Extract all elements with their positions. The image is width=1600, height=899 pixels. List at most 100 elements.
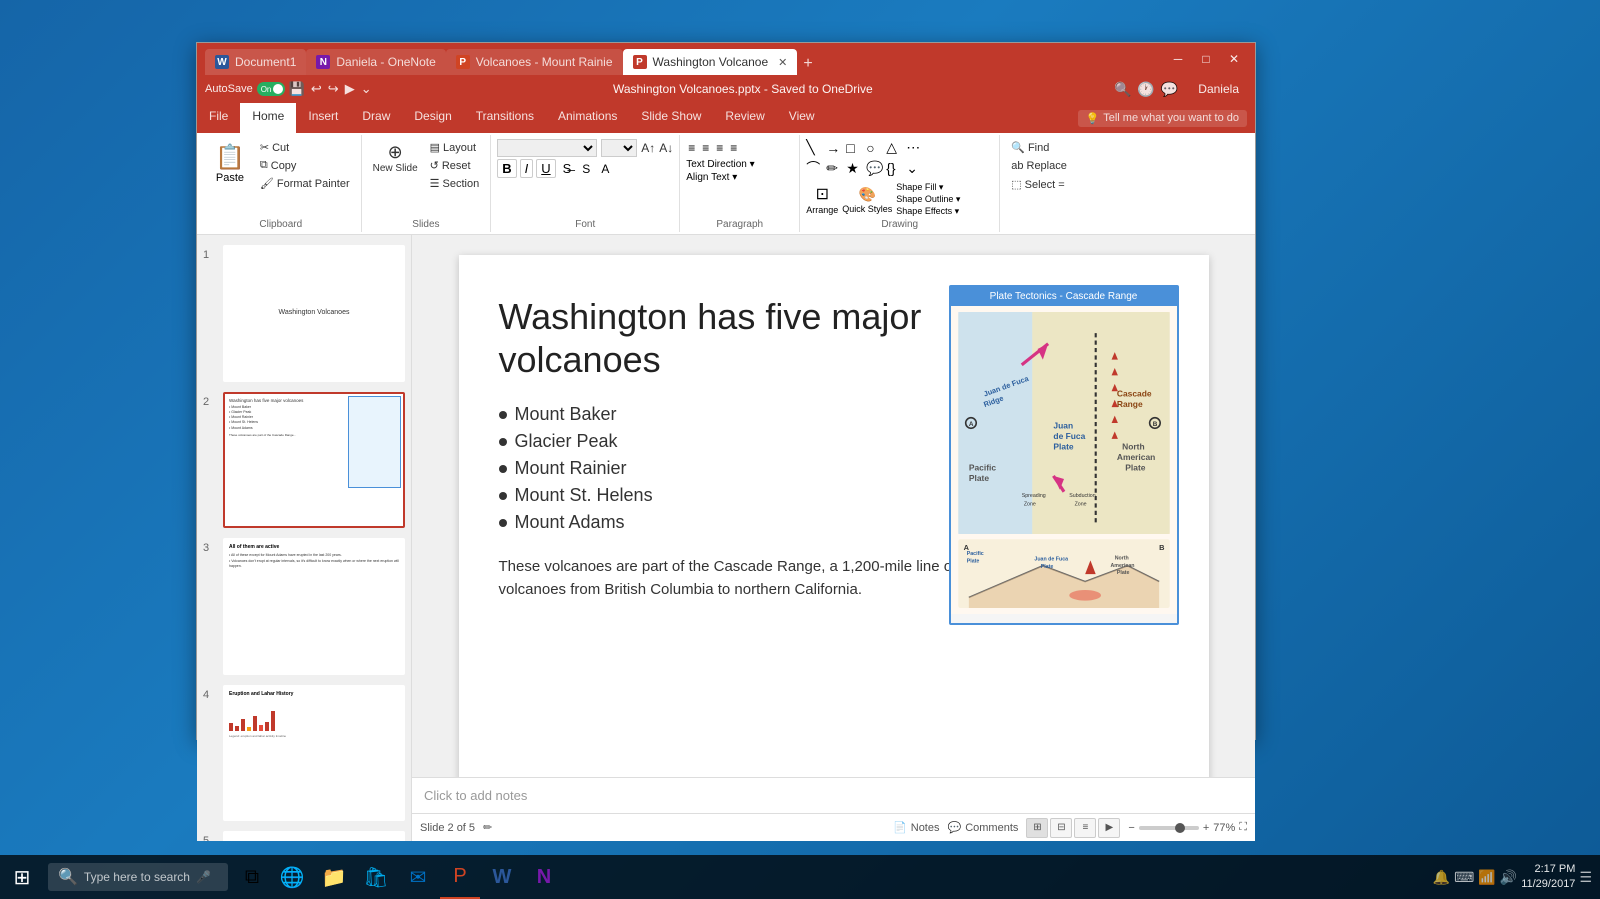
- align-center-button[interactable]: ≡: [700, 139, 711, 157]
- align-text-button[interactable]: Align Text ▾: [686, 172, 737, 183]
- tab-file[interactable]: File: [197, 103, 240, 133]
- tell-me-text[interactable]: Tell me what you want to do: [1103, 112, 1239, 124]
- justify-button[interactable]: ≡: [728, 139, 739, 157]
- undo-icon[interactable]: ↩: [311, 81, 322, 97]
- shape-oval-icon[interactable]: ○: [866, 140, 884, 156]
- tab-onenote[interactable]: N Daniela - OneNote: [306, 49, 445, 75]
- volume-icon[interactable]: 🔊: [1500, 869, 1517, 886]
- start-button[interactable]: ⊞: [0, 855, 44, 899]
- slide-preview-5[interactable]: [223, 831, 405, 841]
- autosave-toggle[interactable]: On: [257, 82, 285, 96]
- edge-button[interactable]: 🌐: [272, 855, 312, 899]
- onenote-taskbar-button[interactable]: N: [524, 855, 564, 899]
- reset-button[interactable]: ↺ Reset: [425, 157, 485, 174]
- text-direction-button[interactable]: Text Direction ▾: [686, 159, 754, 170]
- zoom-in-button[interactable]: +: [1203, 822, 1209, 834]
- tab-view[interactable]: View: [777, 103, 827, 133]
- zoom-out-button[interactable]: −: [1128, 822, 1134, 834]
- minimize-button[interactable]: ─: [1165, 46, 1191, 72]
- tab-review[interactable]: Review: [713, 103, 776, 133]
- copy-button[interactable]: ⧉ Copy: [255, 157, 355, 174]
- arrange-button[interactable]: ⊡ Arrange: [806, 184, 838, 215]
- tab-slideshow[interactable]: Slide Show: [629, 103, 713, 133]
- shape-line-icon[interactable]: ╲: [806, 139, 824, 156]
- new-slide-button[interactable]: ⊕ New Slide: [368, 139, 423, 177]
- save-icon[interactable]: 💾: [289, 81, 305, 97]
- font-family-select[interactable]: [497, 139, 597, 157]
- shape-more-icon[interactable]: ⋯: [906, 139, 924, 156]
- slide-thumbnail-3[interactable]: 3 All of them are active • All of these …: [201, 536, 407, 677]
- slide-preview-3[interactable]: All of them are active • All of these ex…: [223, 538, 405, 675]
- bold-button[interactable]: B: [497, 159, 516, 178]
- outlook-button[interactable]: ✉: [398, 855, 438, 899]
- zoom-slider[interactable]: [1139, 826, 1199, 830]
- notification-icon[interactable]: 🔔: [1433, 869, 1450, 886]
- shape-down-icon[interactable]: ⌄: [906, 160, 924, 177]
- maximize-button[interactable]: □: [1193, 46, 1219, 72]
- shape-effects-button[interactable]: Shape Effects ▾: [896, 206, 960, 217]
- font-color-button[interactable]: A: [597, 161, 613, 177]
- keyboard-icon[interactable]: ⌨: [1454, 869, 1474, 886]
- shape-arrow-icon[interactable]: →: [826, 140, 844, 156]
- tab-design[interactable]: Design: [402, 103, 463, 133]
- tab-home[interactable]: Home: [240, 103, 296, 133]
- history-icon[interactable]: 🕐: [1137, 81, 1154, 98]
- tell-me-box[interactable]: 💡 Tell me what you want to do: [1078, 110, 1247, 127]
- layout-button[interactable]: ▤ Layout: [425, 139, 485, 156]
- reading-view-button[interactable]: ≡: [1074, 818, 1096, 838]
- notes-button[interactable]: 📄 Notes: [893, 821, 939, 834]
- slide-preview-4[interactable]: Eruption and Lahar History: [223, 685, 405, 822]
- tab-draw[interactable]: Draw: [350, 103, 402, 133]
- shape-block-icon[interactable]: {}: [886, 160, 904, 176]
- slideshow-view-button[interactable]: ▶: [1098, 818, 1120, 838]
- tab-volcanoes-rainier[interactable]: P Volcanoes - Mount Rainie: [446, 49, 623, 75]
- task-view-button[interactable]: ⧉: [232, 855, 272, 899]
- network-icon[interactable]: 📶: [1478, 869, 1495, 886]
- close-button[interactable]: ✕: [1221, 46, 1247, 72]
- shape-fill-button[interactable]: Shape Fill ▾: [896, 182, 960, 193]
- search-people-icon[interactable]: 🔍: [1114, 81, 1131, 98]
- paste-button[interactable]: 📋 Paste: [207, 139, 253, 188]
- powerpoint-button[interactable]: P: [440, 855, 480, 899]
- present-icon[interactable]: ▶: [345, 81, 355, 97]
- plate-tectonics-image[interactable]: Plate Tectonics - Cascade Range: [949, 285, 1179, 625]
- cut-button[interactable]: ✂ Cut: [255, 139, 355, 156]
- shape-rect-icon[interactable]: □: [846, 140, 864, 156]
- normal-view-button[interactable]: ⊞: [1026, 818, 1048, 838]
- shape-star-icon[interactable]: ★: [846, 160, 864, 177]
- tab-insert[interactable]: Insert: [296, 103, 350, 133]
- shape-freeform-icon[interactable]: ✏: [826, 160, 844, 177]
- tab-close-btn[interactable]: ✕: [778, 56, 787, 69]
- store-button[interactable]: 🛍: [356, 855, 396, 899]
- replace-button[interactable]: ab Replace: [1006, 158, 1072, 174]
- notes-placeholder[interactable]: Click to add notes: [424, 788, 527, 803]
- fullscreen-button[interactable]: ⛶: [1239, 821, 1247, 834]
- explorer-button[interactable]: 📁: [314, 855, 354, 899]
- action-center-icon[interactable]: ☰: [1579, 869, 1592, 886]
- shape-triangle-icon[interactable]: △: [886, 139, 904, 156]
- strikethrough-button[interactable]: S̶: [559, 160, 576, 177]
- taskbar-search[interactable]: 🔍 Type here to search 🎤: [48, 863, 228, 891]
- shape-outline-button[interactable]: Shape Outline ▾: [896, 194, 960, 205]
- word-taskbar-button[interactable]: W: [482, 855, 522, 899]
- section-button[interactable]: ☰ Section: [425, 175, 485, 192]
- quick-styles-button[interactable]: 🎨 Quick Styles: [842, 186, 892, 214]
- redo-icon[interactable]: ↪: [328, 81, 339, 97]
- slide-thumbnail-2[interactable]: 2 Washington has five major volcanoes • …: [201, 390, 407, 531]
- shadow-button[interactable]: S: [578, 161, 594, 177]
- align-right-button[interactable]: ≡: [714, 139, 725, 157]
- slide-preview-1[interactable]: Washington Volcanoes: [223, 245, 405, 382]
- increase-font-button[interactable]: A↑: [641, 141, 655, 155]
- slide-canvas[interactable]: Washington has five major volcanoes Moun…: [459, 255, 1209, 777]
- slide-thumbnail-5[interactable]: 5: [201, 829, 407, 841]
- tab-washington-volcanoes[interactable]: P Washington Volcanoe ✕: [623, 49, 798, 75]
- underline-button[interactable]: U: [536, 159, 555, 178]
- find-button[interactable]: 🔍 Find: [1006, 139, 1054, 156]
- chat-icon[interactable]: 💬: [1161, 81, 1178, 98]
- new-tab-button[interactable]: +: [797, 53, 818, 75]
- italic-button[interactable]: I: [520, 159, 534, 178]
- qat-more-icon[interactable]: ⌄: [361, 81, 372, 97]
- edit-mode-icon[interactable]: ✏: [483, 821, 492, 834]
- tab-animations[interactable]: Animations: [546, 103, 629, 133]
- font-size-select[interactable]: [601, 139, 637, 157]
